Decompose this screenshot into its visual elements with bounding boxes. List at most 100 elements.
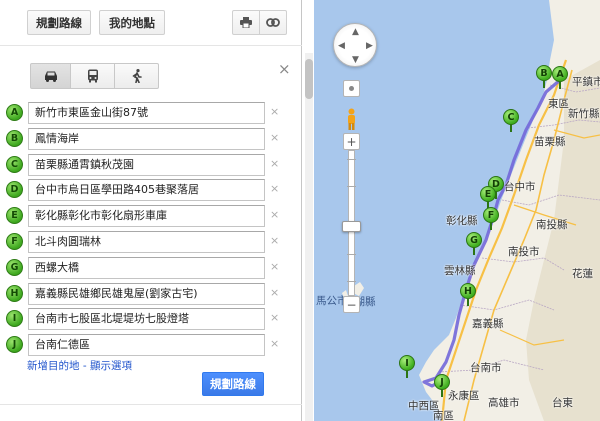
link-icon <box>266 18 280 27</box>
waypoint-marker-icon: C <box>6 156 23 173</box>
map-marker-c[interactable]: C <box>503 109 519 132</box>
zoom-tick <box>347 186 356 187</box>
panel-scrollbar-thumb[interactable] <box>305 59 313 99</box>
car-icon <box>44 71 57 82</box>
map-marker-b[interactable]: B <box>536 65 552 88</box>
waypoint-marker-icon: B <box>6 130 23 147</box>
waypoint-row: G 西螺大橋 × <box>6 257 296 279</box>
remove-waypoint-icon[interactable]: × <box>270 157 279 170</box>
waypoint-row: B 鳳情海岸 × <box>6 128 296 150</box>
app-root: 規劃路線 我的地點 × A 新竹市東區金山街87號 × B 鳳情海岸 × C 苗… <box>0 0 600 421</box>
waypoint-marker-icon: F <box>6 233 23 250</box>
waypoint-row: J 台南仁德區 × <box>6 334 296 356</box>
map-label: 南區 <box>433 410 454 421</box>
remove-waypoint-icon[interactable]: × <box>270 131 279 144</box>
map-label: 花蓮 <box>572 268 593 280</box>
waypoint-input[interactable]: 西螺大橋 <box>28 257 265 279</box>
zoom-in-button[interactable]: + <box>343 133 360 150</box>
panel-scrollbar[interactable] <box>305 53 313 421</box>
remove-waypoint-icon[interactable]: × <box>270 208 279 221</box>
map-label: 高雄市 <box>488 397 520 409</box>
waypoint-input[interactable]: 鳳情海岸 <box>28 128 265 150</box>
waypoint-input[interactable]: 台中市烏日區學田路405巷聚落居 <box>28 179 265 201</box>
get-directions-tab-button[interactable]: 規劃路線 <box>27 10 91 35</box>
remove-waypoint-icon[interactable]: × <box>270 182 279 195</box>
map-label: 彰化縣 <box>446 215 478 227</box>
waypoint-row: C 苗栗縣通霄鎮秋茂園 × <box>6 154 296 176</box>
waypoint-marker-icon: J <box>6 336 23 353</box>
remove-waypoint-icon[interactable]: × <box>270 286 279 299</box>
zoom-tick <box>347 159 356 160</box>
travel-mode-walk-button[interactable] <box>114 63 159 89</box>
remove-waypoint-icon[interactable]: × <box>270 311 279 324</box>
map-label: 平鎮市 <box>572 76 600 88</box>
waypoint-input[interactable]: 彰化縣彰化市彰化扇形車庫 <box>28 205 265 227</box>
map-label: 苗栗縣 <box>534 136 566 148</box>
remove-waypoint-icon[interactable]: × <box>270 337 279 350</box>
waypoint-input[interactable]: 新竹市東區金山街87號 <box>28 102 265 124</box>
map-label: 新竹縣 <box>568 108 600 120</box>
waypoint-input[interactable]: 北斗肉圓瑞林 <box>28 231 265 253</box>
waypoint-row: H 嘉義縣民雄鄉民雄鬼屋(劉家古宅) × <box>6 283 296 305</box>
map-marker-f[interactable]: F <box>483 207 499 230</box>
add-destination-link[interactable]: 新增目的地 <box>27 360 80 372</box>
map-label: 台東 <box>552 397 573 409</box>
pegman-icon[interactable] <box>344 108 359 131</box>
waypoint-marker-icon: A <box>6 104 23 121</box>
link-separator: - <box>79 360 90 372</box>
zoom-out-button[interactable]: − <box>343 296 360 313</box>
waypoint-marker-icon: I <box>6 310 23 327</box>
show-options-link[interactable]: 顯示選項 <box>90 360 132 372</box>
get-directions-button[interactable]: 規劃路線 <box>202 372 264 396</box>
remove-waypoint-icon[interactable]: × <box>270 105 279 118</box>
map-marker-e[interactable]: E <box>480 186 496 209</box>
zoom-slider-thumb[interactable] <box>342 221 361 232</box>
map-label: 雲林縣 <box>444 265 476 277</box>
map-view[interactable]: 平鎮市 東區 新竹縣 苗栗縣 台中市 彰化縣 南投縣 南投市 雲林縣 花蓮 馬公… <box>314 0 600 421</box>
waypoint-input[interactable]: 苗栗縣通霄鎮秋茂園 <box>28 154 265 176</box>
waypoint-marker-icon: D <box>6 181 23 198</box>
map-marker-a[interactable]: A <box>552 66 568 89</box>
my-location-button[interactable] <box>343 80 360 97</box>
zoom-tick <box>347 281 356 282</box>
close-icon[interactable]: × <box>278 60 291 78</box>
map-label: 東區 <box>548 98 569 110</box>
map-marker-i[interactable]: I <box>399 355 415 378</box>
map-label: 台中市 <box>504 181 536 193</box>
map-label: 南投縣 <box>536 219 568 231</box>
waypoint-marker-icon: H <box>6 285 23 302</box>
waypoint-marker-icon: G <box>6 259 23 276</box>
waypoint-input[interactable]: 台南仁德區 <box>28 334 265 356</box>
waypoint-input[interactable]: 嘉義縣民雄鄉民雄鬼屋(劉家古宅) <box>28 283 265 305</box>
zoom-tick <box>347 254 356 255</box>
options-links: 新增目的地 - 顯示選項 <box>27 358 132 373</box>
print-button[interactable] <box>232 10 260 35</box>
map-label: 南投市 <box>508 246 540 258</box>
waypoint-row: D 台中市烏日區學田路405巷聚落居 × <box>6 179 296 201</box>
map-marker-h[interactable]: H <box>460 283 476 306</box>
directions-panel: 規劃路線 我的地點 × A 新竹市東區金山街87號 × B 鳳情海岸 × C 苗… <box>0 0 302 421</box>
waypoint-input[interactable]: 台南市七股區北堤堤坊七股燈塔 <box>28 308 265 330</box>
map-label: 永康區 <box>448 390 480 402</box>
waypoint-row: A 新竹市東區金山街87號 × <box>6 102 296 124</box>
travel-mode-transit-button[interactable] <box>70 63 115 89</box>
map-marker-j[interactable]: J <box>434 374 450 397</box>
map-marker-g[interactable]: G <box>466 232 482 255</box>
travel-mode-car-button[interactable] <box>30 63 71 89</box>
waypoint-marker-icon: E <box>6 207 23 224</box>
walking-icon <box>132 69 142 83</box>
map-label: 台南市 <box>470 362 502 374</box>
my-places-button[interactable]: 我的地點 <box>99 10 165 35</box>
printer-icon <box>240 17 252 28</box>
pan-down-icon[interactable]: ▼ <box>352 55 359 65</box>
pan-right-icon[interactable]: ▶ <box>366 41 373 51</box>
pan-control[interactable]: ▲ ▼ ◀ ▶ <box>333 23 377 67</box>
pan-left-icon[interactable]: ◀ <box>338 41 345 51</box>
map-label: 嘉義縣 <box>472 318 504 330</box>
waypoint-row: F 北斗肉圓瑞林 × <box>6 231 296 253</box>
bus-icon <box>87 69 98 83</box>
link-button[interactable] <box>259 10 287 35</box>
pan-up-icon[interactable]: ▲ <box>352 27 359 37</box>
remove-waypoint-icon[interactable]: × <box>270 260 279 273</box>
remove-waypoint-icon[interactable]: × <box>270 234 279 247</box>
